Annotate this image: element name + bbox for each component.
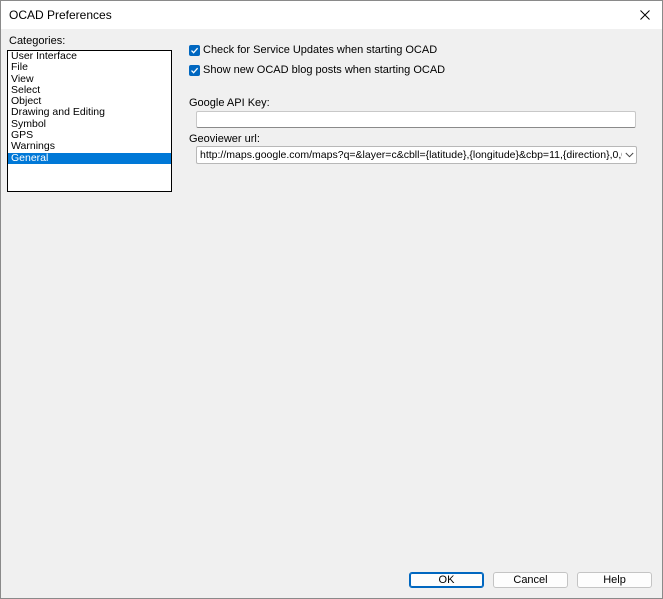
category-item-view[interactable]: View (8, 74, 171, 85)
ok-button[interactable]: OK (409, 572, 484, 588)
show-blog-label: Show new OCAD blog posts when starting O… (203, 64, 446, 76)
help-button[interactable]: Help (577, 572, 652, 588)
checkmark-icon (191, 67, 199, 74)
window-title: OCAD Preferences (9, 8, 112, 22)
close-icon (640, 10, 650, 20)
geoviewer-url-combobox[interactable]: http://maps.google.com/maps?q=&layer=c&c… (196, 146, 637, 164)
dropdown-button[interactable] (622, 152, 636, 158)
show-blog-row[interactable]: Show new OCAD blog posts when starting O… (189, 64, 445, 76)
show-blog-checkbox[interactable] (189, 64, 200, 76)
title-bar: OCAD Preferences (1, 1, 662, 29)
categories-label: Categories: (9, 35, 66, 47)
category-item-user-interface[interactable]: User Interface (8, 51, 171, 62)
category-item-warnings[interactable]: Warnings (8, 141, 171, 152)
check-updates-checkbox[interactable] (189, 44, 200, 56)
geoviewer-url-label: Geoviewer url: (189, 133, 260, 145)
chevron-down-icon (624, 152, 634, 158)
checkmark-icon (191, 47, 199, 54)
category-item-symbol[interactable]: Symbol (8, 119, 171, 130)
google-api-key-input[interactable] (196, 111, 636, 128)
cancel-button[interactable]: Cancel (493, 572, 568, 588)
check-updates-row[interactable]: Check for Service Updates when starting … (189, 44, 437, 56)
preferences-dialog: OCAD Preferences Categories: User Interf… (0, 0, 663, 599)
categories-list[interactable]: User Interface File View Select Object D… (7, 50, 172, 192)
google-api-key-label: Google API Key: (189, 97, 270, 109)
close-button[interactable] (628, 1, 662, 29)
category-item-select[interactable]: Select (8, 85, 171, 96)
category-item-general[interactable]: General (8, 152, 171, 164)
category-item-object[interactable]: Object (8, 96, 171, 107)
check-updates-label: Check for Service Updates when starting … (203, 44, 438, 56)
category-item-file[interactable]: File (8, 62, 171, 73)
category-item-gps[interactable]: GPS (8, 130, 171, 141)
category-item-drawing-and-editing[interactable]: Drawing and Editing (8, 107, 171, 118)
geoviewer-url-value: http://maps.google.com/maps?q=&layer=c&c… (200, 149, 622, 161)
